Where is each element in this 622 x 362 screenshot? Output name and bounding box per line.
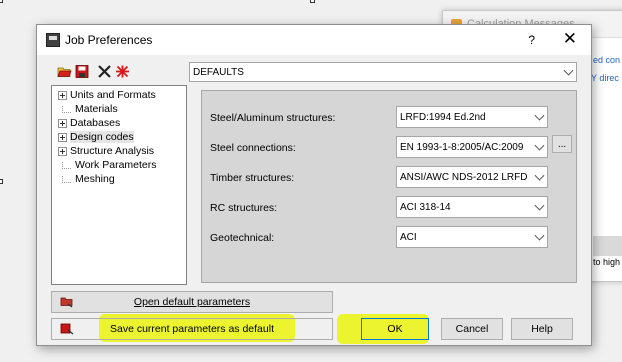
open-folder-icon[interactable] [57, 65, 72, 78]
selection-handle-tc [310, 0, 315, 3]
tree-item-databases[interactable]: Databases [58, 116, 120, 130]
tree-item-label: Design codes [70, 131, 134, 143]
save-as-default-button[interactable]: Save current parameters as default [51, 318, 333, 340]
cancel-button[interactable]: Cancel [441, 318, 503, 340]
profile-select[interactable]: DEFAULTS [189, 62, 577, 82]
tree-item-structure-analysis[interactable]: Structure Analysis [58, 144, 154, 158]
tree-item-label: Databases [70, 117, 121, 129]
steel-connections-more-button[interactable]: ... [552, 135, 572, 153]
timber-select[interactable]: ANSI/AWC NDS-2012 LRFD [396, 166, 548, 188]
expand-icon[interactable] [58, 146, 67, 156]
background-text-fragment: Y direc [591, 73, 619, 83]
dialog-title: Job Preferences [65, 33, 153, 47]
chevron-down-icon [534, 170, 545, 181]
rc-select[interactable]: ACI 318-14 [396, 196, 548, 218]
job-preferences-dialog: Job Preferences ? ✕ DEFAULTS Units and F… [36, 24, 592, 346]
chevron-down-icon [534, 230, 545, 241]
timber-label: Timber structures: [210, 172, 295, 184]
app-icon [46, 33, 60, 47]
tree-item-design-codes[interactable]: Design codes [58, 130, 134, 144]
tree-branch-line [62, 161, 71, 169]
dialog-titlebar: Job Preferences ? ✕ [37, 25, 591, 55]
tree-item-work-parameters[interactable]: Work Parameters [58, 158, 157, 172]
save-icon[interactable] [75, 65, 90, 78]
selection-handle-ml [0, 179, 3, 184]
steel-aluminum-select[interactable]: LRFD:1994 Ed.2nd [396, 106, 548, 128]
settings-tree: Units and Formats Materials Databases De… [51, 85, 187, 285]
save-parameters-icon [60, 323, 74, 335]
tree-item-label: Work Parameters [75, 159, 157, 171]
rc-label: RC structures: [210, 202, 278, 214]
chevron-down-icon [563, 65, 574, 76]
help-title-button[interactable]: ? [528, 33, 535, 47]
open-parameters-icon [60, 297, 73, 308]
steel-aluminum-label: Steel/Aluminum structures: [210, 112, 336, 124]
background-text-fragment: to high [593, 257, 621, 267]
chevron-down-icon [534, 140, 545, 151]
rc-value: ACI 318-14 [400, 201, 451, 213]
delete-icon[interactable] [97, 65, 112, 78]
new-star-icon[interactable] [115, 65, 130, 78]
steel-connections-select[interactable]: EN 1993-1-8:2005/AC:2009 [396, 136, 548, 158]
steel-aluminum-value: LRFD:1994 Ed.2nd [400, 111, 486, 123]
timber-value: ANSI/AWC NDS-2012 LRFD [400, 171, 528, 183]
geotechnical-label: Geotechnical: [210, 232, 275, 244]
geotechnical-value: ACI [400, 231, 417, 243]
profile-select-value: DEFAULTS [193, 66, 244, 78]
tree-item-units-and-formats[interactable]: Units and Formats [58, 88, 156, 102]
steel-connections-label: Steel connections: [210, 142, 296, 154]
ok-button[interactable]: OK [361, 318, 429, 340]
design-codes-panel: Steel/Aluminum structures: LRFD:1994 Ed.… [201, 90, 577, 283]
chevron-down-icon [534, 110, 545, 121]
selection-handle-tl [0, 0, 3, 3]
geotechnical-select[interactable]: ACI [396, 226, 548, 248]
expand-icon[interactable] [58, 132, 67, 142]
tree-item-label: Units and Formats [70, 89, 156, 101]
save-as-default-label: Save current parameters as default [109, 323, 274, 335]
tree-item-label: Meshing [75, 173, 115, 185]
expand-icon[interactable] [58, 90, 67, 100]
tree-item-label: Structure Analysis [70, 145, 155, 157]
tree-branch-line [62, 175, 71, 183]
close-button[interactable]: ✕ [563, 29, 577, 49]
tree-item-label: Materials [75, 103, 118, 115]
help-button[interactable]: Help [511, 318, 573, 340]
expand-icon[interactable] [58, 118, 67, 128]
background-scrollbar [593, 236, 622, 256]
open-default-parameters-label: Open default parameters [133, 296, 251, 308]
tree-item-materials[interactable]: Materials [58, 102, 118, 116]
open-default-parameters-button[interactable]: Open default parameters [51, 291, 333, 313]
background-text-fragment: ed con [593, 55, 621, 65]
chevron-down-icon [534, 200, 545, 211]
steel-connections-value: EN 1993-1-8:2005/AC:2009 [400, 141, 524, 153]
tree-item-meshing[interactable]: Meshing [58, 172, 115, 186]
tree-branch-line [62, 105, 71, 113]
